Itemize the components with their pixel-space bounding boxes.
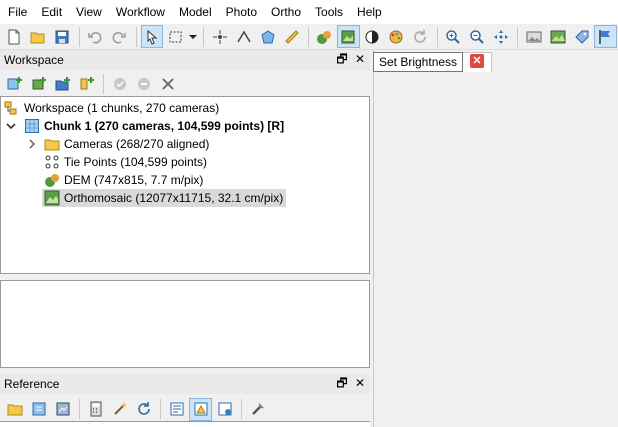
disable-icon[interactable] — [132, 73, 155, 96]
pointer-select-icon[interactable] — [140, 25, 164, 48]
chevron-right-icon[interactable] — [27, 139, 37, 151]
menu-bar: File Edit View Workflow Model Photo Orth… — [0, 0, 618, 24]
reference-title: Reference — [4, 377, 60, 391]
settings-tools-icon[interactable] — [246, 398, 269, 421]
toolbar-separator — [135, 26, 137, 47]
tree-item-orthomosaic[interactable]: Orthomosaic (12077x11715, 32.1 cm/pix) — [42, 189, 287, 207]
rect-select-icon[interactable] — [164, 25, 187, 48]
save-icon[interactable] — [51, 25, 74, 48]
workspace-toolbar — [0, 71, 370, 97]
chunk-label: Chunk 1 (270 cameras, 104,599 points) [R… — [44, 119, 285, 133]
toolbar-separator — [103, 74, 104, 94]
menu-tools[interactable]: Tools — [308, 0, 350, 24]
close-panel-icon[interactable]: ✕ — [354, 376, 366, 390]
new-file-icon[interactable] — [3, 25, 26, 48]
tree-item-label: DEM (747x815, 7.7 m/pix) — [64, 173, 204, 187]
update-icon[interactable] — [132, 398, 155, 421]
workspace-root-row[interactable]: Workspace (1 chunks, 270 cameras) — [4, 99, 219, 117]
flag-icon[interactable] — [593, 25, 617, 48]
view-source-icon[interactable] — [165, 398, 188, 421]
tree-item-label: Cameras (268/270 aligned) — [64, 137, 210, 151]
point-marker-icon[interactable] — [208, 25, 231, 48]
toolbar-separator — [517, 26, 519, 47]
add-marker-icon[interactable] — [75, 73, 98, 96]
ortho-view-area — [373, 50, 618, 427]
reference-table — [0, 421, 370, 427]
enable-check-icon[interactable] — [108, 73, 131, 96]
folder-icon — [44, 136, 60, 152]
redo-icon[interactable] — [108, 25, 131, 48]
add-chunk-icon[interactable] — [3, 73, 26, 96]
pan-icon[interactable] — [489, 25, 512, 48]
close-tab-icon[interactable]: ✕ — [470, 54, 484, 68]
properties-pane — [0, 280, 370, 368]
zoom-out-icon[interactable] — [465, 25, 488, 48]
tree-item-label: Orthomosaic (12077x11715, 32.1 cm/pix) — [64, 191, 284, 205]
remove-x-icon[interactable] — [156, 73, 179, 96]
chunk-row[interactable]: Chunk 1 (270 cameras, 104,599 points) [R… — [24, 117, 284, 135]
close-panel-icon[interactable]: ✕ — [354, 52, 366, 66]
convert-icon[interactable] — [51, 398, 74, 421]
toolbar-separator — [436, 26, 438, 47]
workspace-panel-header: Workspace 🗗 ✕ — [0, 50, 370, 70]
menu-photo[interactable]: Photo — [219, 0, 264, 24]
map-image-icon[interactable] — [546, 25, 569, 48]
zoom-in-icon[interactable] — [442, 25, 465, 48]
tree-item-dem[interactable]: DEM (747x815, 7.7 m/pix) — [44, 171, 203, 189]
toolbar-separator — [307, 26, 309, 47]
ortho-view-icon[interactable] — [336, 25, 360, 48]
brightness-icon[interactable] — [361, 25, 384, 48]
chevron-down-icon[interactable] — [6, 121, 16, 133]
reference-toolbar — [0, 396, 370, 422]
tree-item-cameras[interactable]: Cameras (268/270 aligned) — [44, 135, 209, 153]
tooltip: Set Brightness — [373, 52, 464, 72]
view-errors-icon[interactable] — [189, 397, 212, 421]
polygon-icon[interactable] — [256, 25, 279, 48]
add-folder-icon[interactable] — [51, 73, 74, 96]
menu-workflow[interactable]: Workflow — [109, 0, 172, 24]
chevron-down-icon[interactable] — [188, 25, 198, 48]
orthomosaic-icon — [44, 190, 60, 206]
tie-points-icon — [44, 154, 60, 170]
workspace-tree: Workspace (1 chunks, 270 cameras) Chunk … — [0, 96, 370, 274]
menu-view[interactable]: View — [69, 0, 109, 24]
tree-item-tie-points[interactable]: Tie Points (104,599 points) — [44, 153, 207, 171]
calculator-icon[interactable] — [84, 398, 107, 421]
workspace-icon — [4, 100, 20, 116]
menu-model[interactable]: Model — [172, 0, 219, 24]
polyline-icon[interactable] — [232, 25, 255, 48]
tag-icon[interactable] — [570, 25, 593, 48]
tree-item-label: Tie Points (104,599 points) — [64, 155, 207, 169]
export-icon[interactable] — [27, 398, 50, 421]
view-estimated-icon[interactable] — [213, 398, 236, 421]
add-photos-icon[interactable] — [27, 73, 50, 96]
menu-ortho[interactable]: Ortho — [264, 0, 308, 24]
wand-icon[interactable] — [108, 398, 131, 421]
main-toolbar — [0, 24, 618, 50]
toolbar-separator — [160, 399, 161, 419]
refresh-icon[interactable] — [409, 25, 432, 48]
menu-help[interactable]: Help — [350, 0, 389, 24]
palette-icon[interactable] — [385, 25, 408, 48]
menu-file[interactable]: File — [0, 0, 34, 24]
ruler-icon[interactable] — [280, 25, 303, 48]
workspace-root-label: Workspace (1 chunks, 270 cameras) — [24, 101, 220, 115]
chunk-icon — [24, 118, 40, 134]
menu-edit[interactable]: Edit — [34, 0, 69, 24]
open-folder-icon[interactable] — [27, 25, 50, 48]
undo-icon[interactable] — [84, 25, 107, 48]
import-icon[interactable] — [3, 398, 26, 421]
float-panel-icon[interactable]: 🗗 — [336, 376, 348, 390]
toolbar-separator — [79, 399, 80, 419]
dem-view-icon[interactable] — [313, 25, 336, 48]
workspace-title: Workspace — [4, 53, 64, 67]
toolbar-separator — [78, 26, 80, 47]
toolbar-separator — [203, 26, 205, 47]
toolbar-separator — [241, 399, 242, 419]
image-icon[interactable] — [522, 25, 545, 48]
float-panel-icon[interactable]: 🗗 — [336, 52, 348, 66]
reference-panel-header: Reference 🗗 ✕ — [0, 374, 370, 394]
dem-icon — [44, 172, 60, 188]
